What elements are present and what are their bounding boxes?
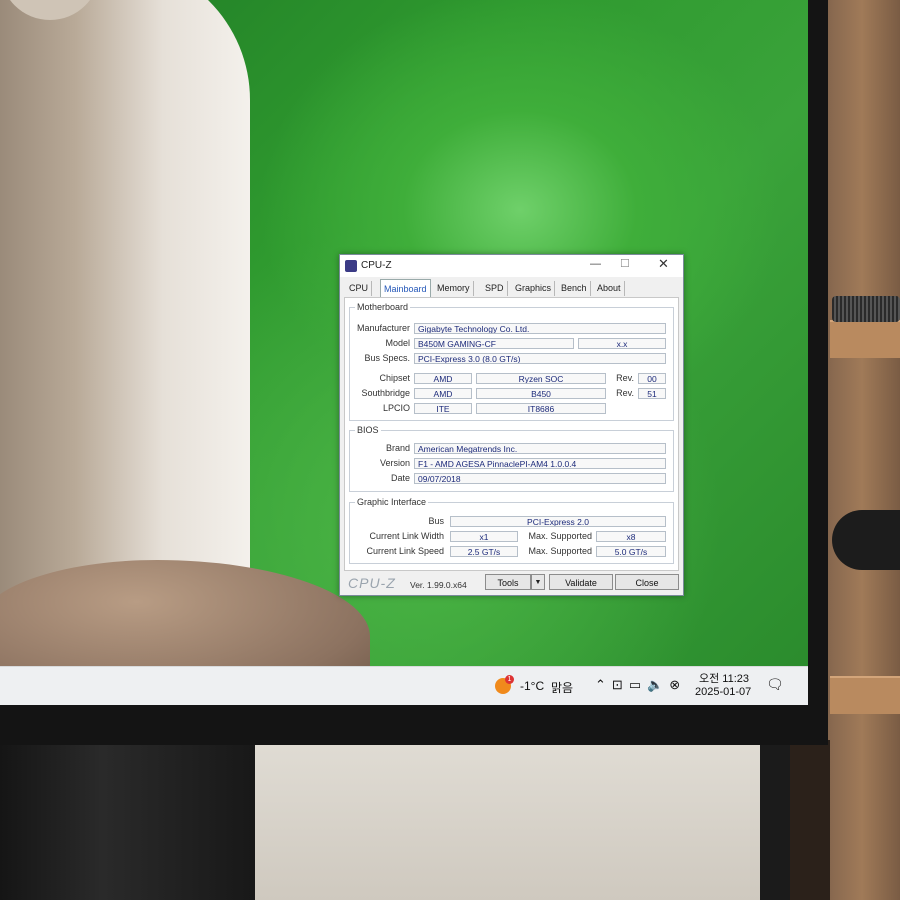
mainboard-panel: Motherboard Manufacturer Gigabyte Techno… (344, 297, 679, 571)
tab-bench[interactable]: Bench (558, 281, 591, 296)
tools-button[interactable]: Tools (485, 574, 531, 590)
lpcio-label: LPCIO (382, 403, 410, 413)
bios-group: BIOS Brand American Megatrends Inc. Vers… (349, 425, 674, 492)
bios-date-value: 09/07/2018 (414, 473, 666, 484)
tab-memory[interactable]: Memory (434, 281, 474, 296)
model-revision-value: x.x (578, 338, 666, 349)
southbridge-vendor-value: AMD (414, 388, 472, 399)
lpcio-name-value: IT8686 (476, 403, 606, 414)
link-width-label: Current Link Width (369, 531, 444, 541)
clock-time[interactable]: 오전 11:23 (699, 670, 749, 686)
motherboard-group-title: Motherboard (355, 302, 411, 312)
clock-date[interactable]: 2025-01-07 (695, 686, 751, 698)
southbridge-label: Southbridge (361, 388, 410, 398)
footer-bar: CPU-Z Ver. 1.99.0.x64 Tools ▼ Validate C… (340, 571, 683, 595)
tools-dropdown-arrow-icon[interactable]: ▼ (531, 574, 545, 590)
manufacturer-label: Manufacturer (356, 323, 410, 333)
validate-button[interactable]: Validate (549, 574, 613, 590)
title-bar[interactable]: CPU-Z — ☐ ✕ (340, 255, 683, 277)
max-width-value: x8 (596, 531, 666, 542)
meerkat-face (0, 0, 100, 20)
chipset-rev-value: 00 (638, 373, 666, 384)
link-width-value: x1 (450, 531, 518, 542)
southbridge-rev-value: 51 (638, 388, 666, 399)
tab-spd[interactable]: SPD (482, 281, 508, 296)
gi-bus-label: Bus (428, 516, 444, 526)
cpuz-window[interactable]: CPU-Z — ☐ ✕ CPU Mainboard Memory SPD Gra… (339, 254, 684, 596)
monitor-stand (760, 740, 790, 900)
tab-cpu[interactable]: CPU (346, 281, 373, 296)
mute-icon[interactable]: ⊗ (669, 677, 686, 692)
bus-specs-value: PCI-Express 3.0 (8.0 GT/s) (414, 353, 666, 364)
chipset-label: Chipset (379, 373, 410, 383)
maximize-button[interactable]: ☐ (620, 257, 630, 270)
weather-temperature[interactable]: -1°C (520, 679, 544, 693)
southbridge-rev-label: Rev. (616, 388, 634, 398)
cpuz-logo: CPU-Z (348, 575, 396, 591)
max-width-label: Max. Supported (528, 531, 592, 541)
wall-below-monitor (255, 740, 775, 900)
volume-icon[interactable]: 🔈 (647, 677, 669, 692)
link-speed-label: Current Link Speed (366, 546, 444, 556)
model-label: Model (385, 338, 410, 348)
bus-specs-label: Bus Specs. (364, 353, 410, 363)
chipset-vendor-value: AMD (414, 373, 472, 384)
lpcio-vendor-value: ITE (414, 403, 472, 414)
cpuz-app-icon (345, 260, 357, 272)
taskbar: 1 -1°C 맑음 ⌃⊡▭🔈⊗ 오전 11:23 2025-01-07 🗨 (0, 666, 808, 705)
graphic-interface-group: Graphic Interface Bus PCI-Express 2.0 Cu… (349, 497, 674, 564)
bios-brand-label: Brand (385, 443, 410, 453)
motherboard-group: Motherboard Manufacturer Gigabyte Techno… (349, 302, 674, 421)
shelf-lower (830, 676, 900, 714)
hair-brush (832, 296, 900, 322)
version-text: Ver. 1.99.0.x64 (410, 580, 467, 590)
shelf-side (790, 740, 830, 900)
system-tray: ⌃⊡▭🔈⊗ (595, 677, 686, 693)
close-window-button[interactable]: ✕ (658, 256, 669, 272)
desk-lamp (832, 510, 900, 570)
window-title: CPU-Z (361, 260, 392, 271)
desktop-screen: CPU-Z — ☐ ✕ CPU Mainboard Memory SPD Gra… (0, 0, 808, 705)
graphic-interface-group-title: Graphic Interface (355, 497, 429, 507)
bios-version-label: Version (379, 458, 410, 468)
close-button[interactable]: Close (615, 574, 679, 590)
pc-case (0, 740, 255, 900)
link-speed-value: 2.5 GT/s (450, 546, 518, 557)
notification-icon[interactable]: 🗨 (766, 676, 784, 693)
chevron-up-icon[interactable]: ⌃ (595, 677, 612, 692)
network-icon[interactable]: ⊡ (612, 677, 629, 692)
minimize-button[interactable]: — (590, 258, 601, 270)
weather-condition[interactable]: 맑음 (551, 679, 573, 696)
max-speed-value: 5.0 GT/s (596, 546, 666, 557)
max-speed-label: Max. Supported (528, 546, 592, 556)
bios-version-value: F1 - AMD AGESA PinnaclePI-AM4 1.0.0.4 (414, 458, 666, 469)
southbridge-name-value: B450 (476, 388, 606, 399)
bios-brand-value: American Megatrends Inc. (414, 443, 666, 454)
weather-badge: 1 (505, 675, 514, 684)
manufacturer-value: Gigabyte Technology Co. Ltd. (414, 323, 666, 334)
monitor: CPU-Z — ☐ ✕ CPU Mainboard Memory SPD Gra… (0, 0, 828, 745)
bios-group-title: BIOS (355, 425, 381, 435)
display-icon[interactable]: ▭ (629, 677, 647, 692)
gi-bus-value: PCI-Express 2.0 (450, 516, 666, 527)
tab-mainboard[interactable]: Mainboard (380, 279, 431, 298)
model-value: B450M GAMING-CF (414, 338, 574, 349)
chipset-name-value: Ryzen SOC (476, 373, 606, 384)
shelf-upper (830, 320, 900, 358)
tab-about[interactable]: About (594, 281, 625, 296)
tab-graphics[interactable]: Graphics (512, 281, 556, 296)
chipset-rev-label: Rev. (616, 373, 634, 383)
bios-date-label: Date (390, 473, 410, 483)
